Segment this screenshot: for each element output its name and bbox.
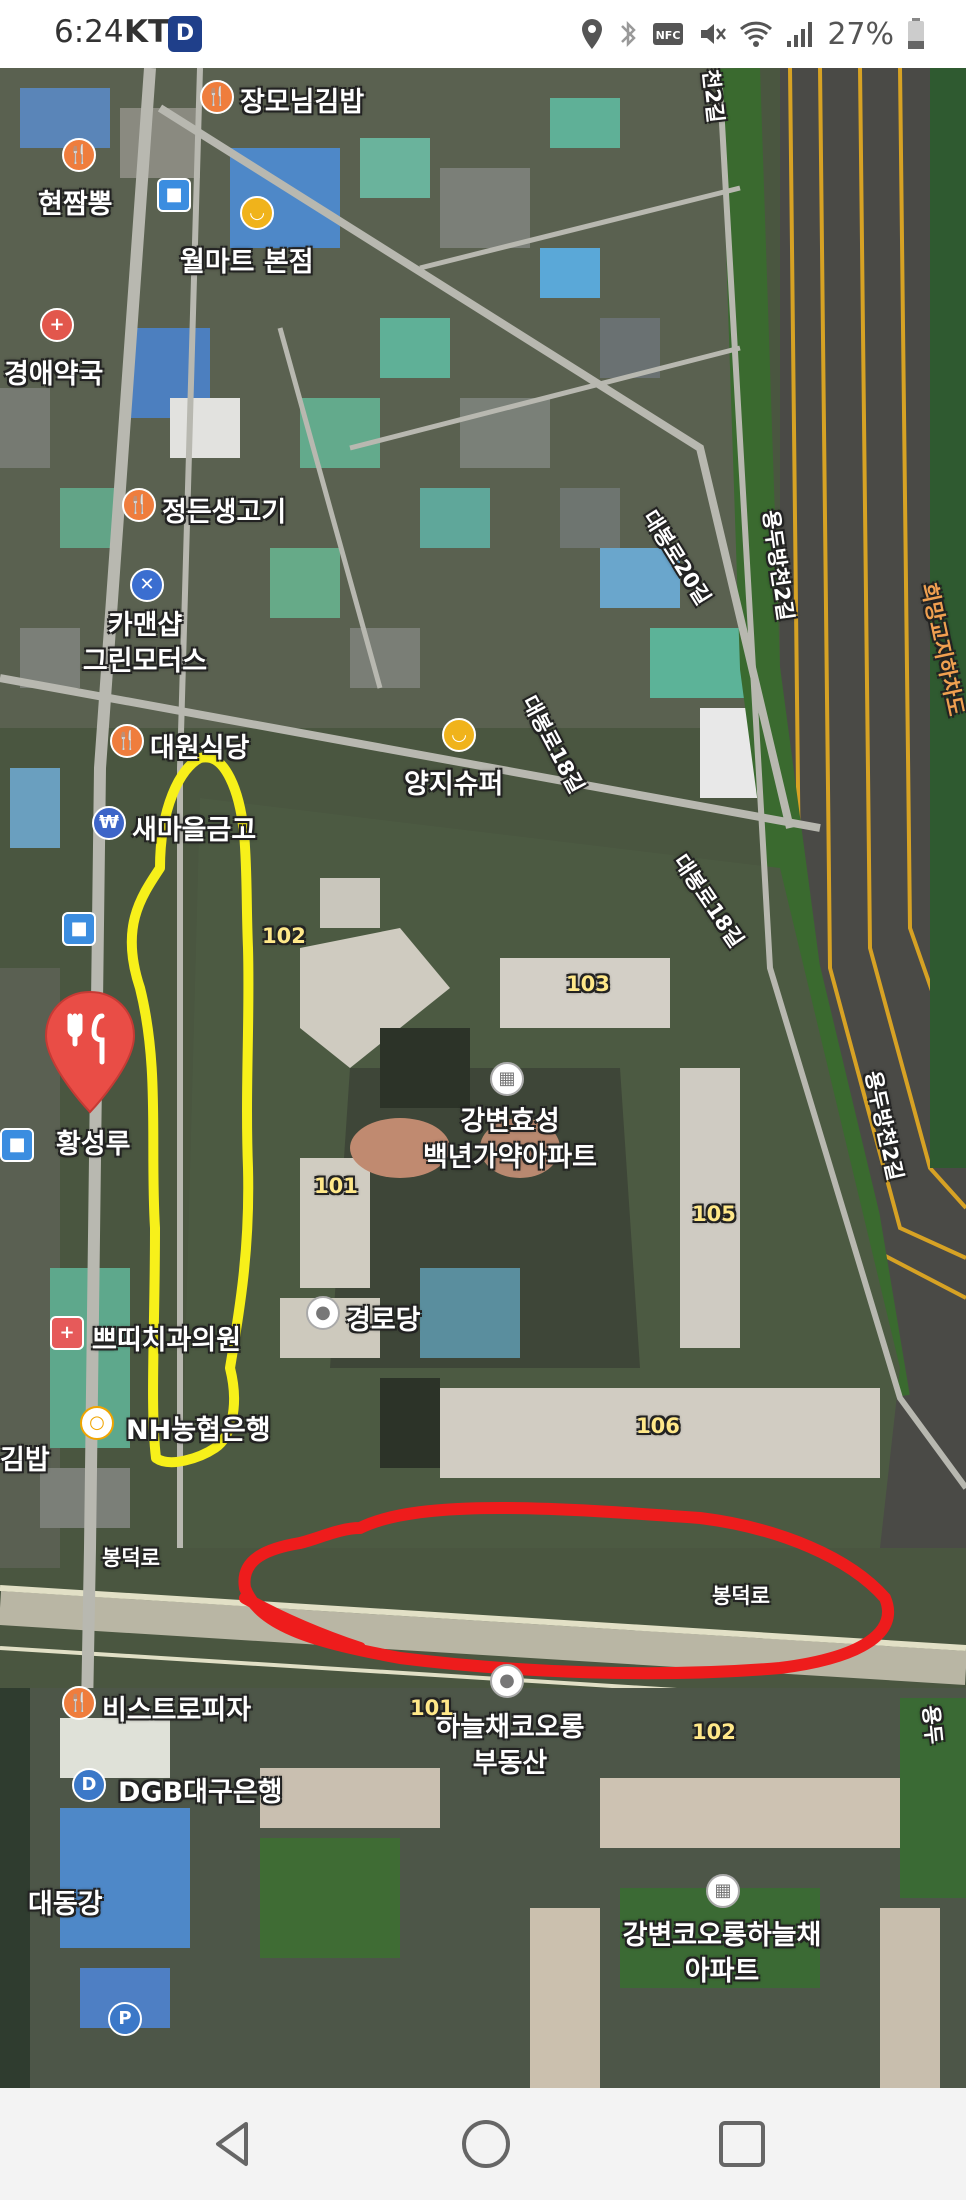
place-label[interactable]: 새마을금고 [132, 808, 256, 847]
bank-icon[interactable]: D [72, 1768, 106, 1802]
place-label-line: 아파트 [684, 1956, 760, 1987]
place-label[interactable]: 경로당 [346, 1298, 421, 1337]
road-label: 봉덕로 [102, 1546, 160, 1570]
pharmacy-icon[interactable]: + [40, 308, 74, 342]
road-label: 천2길 [698, 68, 728, 124]
battery-icon [908, 18, 924, 49]
building-number: 105 [692, 1202, 736, 1226]
place-label[interactable]: NH농협은행 [126, 1408, 271, 1447]
place-label-line: 부동산 [472, 1748, 548, 1779]
apartment-icon[interactable]: ▦ [490, 1062, 524, 1096]
place-label[interactable]: 하늘채코오롱 부동산 [400, 1710, 620, 1782]
status-bar: 6:24 KT D NFC 27% [0, 0, 966, 68]
place-label[interactable]: 대원식당 [150, 726, 249, 765]
carrier-badge: D [168, 16, 202, 52]
place-label[interactable]: 경애약국 [4, 352, 103, 391]
road-label: 용두 [918, 1704, 947, 1746]
place-label[interactable]: 김밥 [0, 1438, 50, 1477]
place-label-line: 그린모터스 [82, 646, 208, 677]
place-label-line: 강변효성 [460, 1106, 560, 1137]
place-label[interactable]: 양지슈퍼 [404, 762, 503, 801]
parking-icon[interactable]: P [108, 2002, 142, 2036]
navigation-bar [0, 2088, 966, 2200]
place-label[interactable]: 카맨샵 그린모터스 [70, 608, 220, 680]
restaurant-icon[interactable]: 🍴 [62, 138, 96, 172]
restaurant-icon[interactable]: 🍴 [62, 1686, 96, 1720]
nfc-icon: NFC [653, 23, 684, 45]
building-number: 103 [566, 972, 610, 996]
status-icons: NFC 27% [579, 12, 926, 56]
recents-icon[interactable] [710, 2112, 774, 2176]
place-label-line: 강변코오롱하늘채 [622, 1920, 822, 1951]
place-label[interactable]: 비스트로피자 [102, 1688, 251, 1727]
wifi-icon [740, 21, 773, 47]
satellite-map[interactable]: 🍴 🍴 ■ ◡ + 🍴 ✕ 🍴 ◡ ₩ ■ + ○ ▦ ● 🍴 D ● ▦ P … [0, 68, 966, 2088]
place-label[interactable]: 황성루 [56, 1122, 131, 1161]
svg-text:NFC: NFC [656, 29, 681, 42]
building-number: 101 [410, 1696, 454, 1720]
map-pin-icon[interactable] [40, 988, 140, 1116]
place-label[interactable]: 강변효성 백년가약아파트 [390, 1104, 630, 1176]
home-icon[interactable] [454, 2112, 518, 2176]
repair-icon[interactable]: ✕ [130, 568, 164, 602]
battery-text: 27% [827, 16, 894, 52]
bus-stop-icon[interactable]: ■ [157, 178, 191, 212]
place-label[interactable]: 현짬뽕 [38, 182, 113, 221]
hospital-icon[interactable]: + [50, 1316, 84, 1350]
shopping-basket-icon[interactable]: ◡ [442, 718, 476, 752]
shopping-basket-icon[interactable]: ◡ [240, 196, 274, 230]
bluetooth-icon [621, 20, 637, 48]
place-label[interactable]: DGB대구은행 [118, 1770, 283, 1809]
restaurant-icon[interactable]: 🍴 [122, 488, 156, 522]
back-icon[interactable] [200, 2112, 264, 2176]
bank-icon[interactable]: ○ [80, 1406, 114, 1440]
place-label-line: 백년가약아파트 [423, 1142, 597, 1173]
bus-stop-icon[interactable]: ■ [62, 912, 96, 946]
place-label[interactable]: 월마트 본점 [180, 240, 314, 279]
building-number: 106 [636, 1414, 680, 1438]
place-label[interactable]: 정든생고기 [162, 490, 286, 529]
status-carrier: KT [124, 14, 170, 50]
road-label: 봉덕로 [712, 1584, 770, 1608]
location-icon [582, 19, 603, 49]
status-time: 6:24 [54, 14, 124, 50]
restaurant-icon[interactable]: 🍴 [200, 80, 234, 114]
mute-icon [701, 24, 727, 44]
place-label[interactable]: 장모님김밥 [240, 80, 364, 119]
bank-icon[interactable]: ₩ [92, 806, 126, 840]
realty-icon[interactable]: ● [490, 1664, 524, 1698]
senior-center-icon[interactable]: ● [306, 1296, 340, 1330]
building-number: 102 [262, 924, 306, 948]
bus-stop-icon[interactable]: ■ [0, 1128, 34, 1162]
apartment-icon[interactable]: ▦ [706, 1874, 740, 1908]
restaurant-icon[interactable]: 🍴 [110, 724, 144, 758]
building-number: 102 [692, 1720, 736, 1744]
building-number: 101 [314, 1174, 358, 1198]
place-label-line: 카맨샵 [107, 610, 183, 641]
place-label[interactable]: 대동강 [28, 1882, 103, 1921]
place-label[interactable]: 강변코오롱하늘채 아파트 [592, 1918, 852, 1990]
signal-icon [787, 22, 813, 47]
place-label[interactable]: 쁘띠치과의원 [92, 1318, 241, 1357]
